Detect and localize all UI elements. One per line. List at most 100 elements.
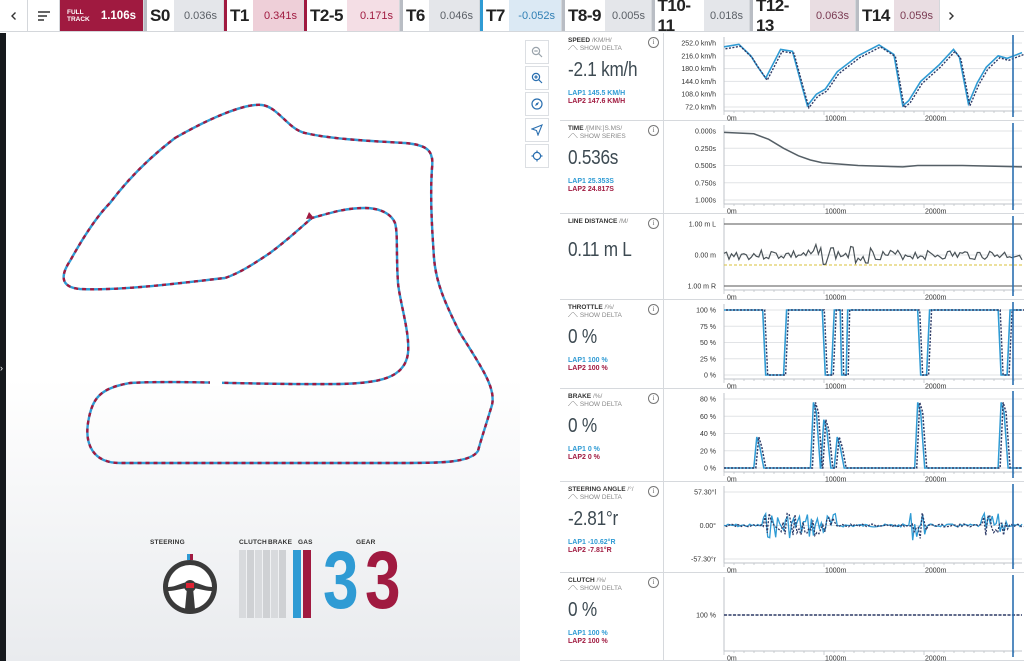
y-tick-label: 60 % [700,414,716,421]
panel-chart[interactable]: 252.0 km/h 216.0 km/h 180.0 km/h 144.0 km/h… [664,33,1024,121]
brake-label: BRAKE [268,539,293,546]
panel-unit: /KM/H/ [591,37,612,44]
lap2-value: LAP2 -7.81°R [568,547,612,554]
y-tick-label: 180.0 km/h [681,66,716,73]
panel-steering-angle: STEERING ANGLE /°/ ⟋⟍ SHOW DELTA -2.81°r LAP… [560,482,1024,573]
info-icon[interactable]: i [648,486,659,497]
start-finish-gap [210,381,222,386]
full-track-label: FULL TRACK [67,9,91,23]
panel-chart[interactable]: 0.000s 0.250s 0.500s 0.750s 1.000s 0m 1000m 200… [664,121,1024,214]
sector-segment-t12-13[interactable]: T12-13 0.063s [750,0,856,35]
sector-segment-t1[interactable]: T1 0.341s [224,0,304,31]
y-tick-label: 1.00 m L [689,222,716,229]
sector-name: T7 [486,5,505,25]
zoom-out-icon [531,46,543,58]
clutch-label: CLUTCH [239,539,267,546]
panel-chart[interactable]: 100 % 75 % 50 % 25 % 0 % 0m 1000m 2000m [664,300,1024,389]
panel-value: -2.81°r [568,508,619,530]
show-toggle-label: SHOW DELTA [579,45,622,52]
navigate-button[interactable] [525,118,549,142]
sector-segment-t6[interactable]: T6 0.046s [400,0,480,31]
sector-segment-t8-9[interactable]: T8-9 0.005s [562,0,652,31]
panel-time: TIME /[MIN:]S.MS/ ⟋⟍ SHOW SERIES 0.536s LAP1… [560,121,1024,214]
brake-bar-lap1 [255,550,262,618]
y-tick-label: 0.250s [695,146,717,153]
panel-chart[interactable]: 57.30°l 0.00° -57.30°r 0m 1000m 2000m [664,482,1024,573]
chart-svg: 100 % 0m 1000m 2000m [696,575,1022,661]
y-tick-label: 252.0 km/h [681,41,716,48]
panel-info: CLUTCH /%/ ⟋⟍ SHOW DELTA 0 % LAP1 100 % LAP2 … [560,573,664,660]
sector-delta: -0.052s [508,0,561,31]
lap2-value: LAP2 100 % [568,365,608,372]
panel-value: 0 % [568,415,597,437]
info-icon[interactable]: i [648,577,659,588]
sector-delta: 0.059s [893,0,939,31]
chart-svg: 252.0 km/h 216.0 km/h 180.0 km/h 144.0 km/h… [681,35,1024,121]
steering-trace-lap1 [723,511,1023,541]
panel-value: 0 % [568,599,597,621]
panel-unit: /M/ [619,218,629,225]
sector-name: T1 [230,5,249,25]
chevron-right-icon [949,11,954,20]
panel-brake: BRAKE /%/ ⟋⟍ SHOW DELTA 0 % LAP1 0 % LAP2 0 %… [560,389,1024,482]
sector-segment-t14[interactable]: T14 0.059s [856,0,940,31]
steering-wheel-icon [163,554,217,614]
full-track-label-line1: FULL [67,8,84,16]
sector-name: T12-13 [755,0,789,35]
panel-chart[interactable]: 100 % 0m 1000m 2000m [664,573,1024,661]
zoom-in-button[interactable] [525,66,549,90]
compass-button[interactable] [525,92,549,116]
full-track-label-line2: TRACK [67,15,90,23]
x-tick-label: 2000m [925,656,947,661]
gear-lap1: 3 [323,535,359,626]
sector-name: T8-9 [568,5,601,25]
y-tick-label: -57.30°r [691,556,717,564]
info-icon[interactable]: i [648,218,659,229]
brake-bar-extra [271,550,278,618]
sector-segment-s0[interactable]: S0 0.036s [144,0,224,31]
panel-speed: SPEED /KM/H/ ⟋⟍ SHOW DELTA -2.1 km/h LAP1 14… [560,33,1024,121]
info-icon[interactable]: i [648,393,659,404]
y-tick-label: 0.000s [695,129,717,136]
sector-name: T10-11 [657,0,691,35]
info-icon[interactable]: i [648,37,659,48]
y-tick-label: 25 % [700,356,716,363]
gas-label: GAS [298,539,313,546]
sector-delta: 0.005s [604,0,651,31]
next-button[interactable] [940,0,962,31]
brake-trace-lap1 [724,402,1022,469]
trend-icon: ⟋⟍ [568,401,578,408]
sort-menu-button[interactable] [28,0,60,31]
panel-info: THROTTLE /%/ ⟋⟍ SHOW DELTA 0 % LAP1 100 % LAP… [560,300,664,388]
trend-icon: ⟋⟍ [568,133,578,140]
show-toggle-label: SHOW DELTA [579,585,622,592]
gear-lap2: 3 [365,535,401,626]
panel-unit: /[MIN:]S.MS/ [585,125,623,132]
panel-info: BRAKE /%/ ⟋⟍ SHOW DELTA 0 % LAP1 0 % LAP2 0 %… [560,389,664,481]
telemetry-app: FULL TRACK 1.106s S0 0.036s T1 0.341s T2-5 0.… [0,0,1024,661]
panel-throttle: THROTTLE /%/ ⟋⟍ SHOW DELTA 0 % LAP1 100 % LAP… [560,300,1024,389]
sector-segment-t2-5[interactable]: T2-5 0.171s [304,0,400,31]
sector-delta: 0.171s [346,0,399,31]
sector-name: T6 [406,5,425,25]
show-toggle-label: SHOW DELTA [579,494,622,501]
info-icon[interactable]: i [648,125,659,136]
full-track-value: 1.106s [100,9,136,22]
sector-segment-t10-11[interactable]: T10-11 0.018s [652,0,750,35]
panel-unit: /%/ [596,577,606,584]
trend-icon: ⟋⟍ [568,45,578,52]
back-button[interactable] [0,0,28,31]
chart-svg: 0.000s0.250s0.500s0.750s1.000s0m 1000m 200… [695,123,1023,214]
sector-delta: 0.046s [428,0,479,31]
zoom-out-button[interactable] [525,40,549,64]
panel-unit: /%/ [592,393,603,400]
crosshair-button[interactable] [525,144,549,168]
y-tick-label: 40 % [700,431,716,438]
sector-name: T2-5 [310,5,343,25]
panel-chart[interactable]: 1.00 m L 0.00 m 1.00 m R 0m 1000m 2000m [664,214,1024,300]
info-icon[interactable]: i [648,304,659,315]
panel-chart[interactable]: 80 % 60 % 40 % 20 % 0 % 0m 1000m 2000m [664,389,1024,482]
y-tick-label: 0 % [704,466,716,473]
sector-segment-t7[interactable]: T7 -0.052s [480,0,562,31]
full-track-segment[interactable]: FULL TRACK 1.106s [60,0,144,31]
